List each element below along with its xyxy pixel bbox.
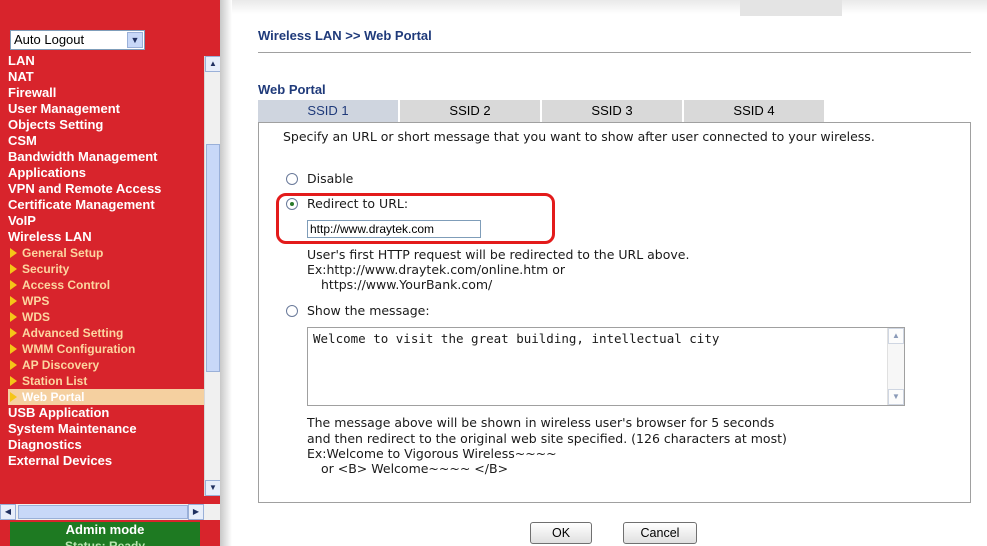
sidebar-subitem-station-list[interactable]: Station List	[8, 373, 204, 389]
sidebar-subitem-label: WDS	[22, 310, 50, 324]
web-portal-panel: Specify an URL or short message that you…	[258, 122, 971, 503]
arrow-right-icon	[10, 344, 17, 354]
scroll-down-icon[interactable]: ▼	[205, 480, 220, 496]
arrow-right-icon	[10, 392, 17, 402]
sidebar-item-wireless-lan[interactable]: Wireless LAN	[8, 229, 204, 245]
show-message-label: Show the message:	[307, 303, 430, 318]
status-text: Status: Ready	[64, 539, 146, 546]
sidebar-item-bandwidth-management[interactable]: Bandwidth Management	[8, 149, 204, 165]
scroll-up-icon[interactable]: ▲	[888, 328, 904, 344]
arrow-right-icon	[10, 248, 17, 258]
sidebar-item-diagnostics[interactable]: Diagnostics	[8, 437, 204, 453]
message-note-1: The message above will be shown in wirel…	[307, 415, 775, 430]
auto-logout-select[interactable]: Auto Logout ▼	[10, 30, 145, 50]
sidebar-vertical-scrollbar[interactable]: ▲ ▼	[204, 56, 220, 496]
ok-button[interactable]: OK	[530, 522, 592, 544]
sidebar-item-applications[interactable]: Applications	[8, 165, 204, 181]
sidebar-item-objects-setting[interactable]: Objects Setting	[8, 117, 204, 133]
admin-mode-panel: Admin mode Status: Ready	[10, 522, 200, 546]
chevron-down-icon[interactable]: ▼	[127, 32, 143, 48]
sidebar-menu: LAN NAT Firewall User Management Objects…	[8, 56, 204, 504]
sidebar-subitem-ap-discovery[interactable]: AP Discovery	[8, 357, 204, 373]
sidebar-subitem-label: Access Control	[22, 278, 111, 292]
scroll-left-icon[interactable]: ◀	[0, 504, 16, 520]
auto-logout-value: Auto Logout	[14, 32, 85, 47]
sidebar-subitem-wds[interactable]: WDS	[8, 309, 204, 325]
message-text: Welcome to visit the great building, int…	[313, 331, 720, 346]
sidebar-item-system-maintenance[interactable]: System Maintenance	[8, 421, 204, 437]
cancel-button[interactable]: Cancel	[623, 522, 697, 544]
scrollbar-thumb[interactable]	[18, 505, 188, 519]
sidebar-subitem-label: Station List	[22, 374, 88, 388]
arrow-right-icon	[10, 296, 17, 306]
divider	[258, 52, 971, 53]
sidebar-subitem-label: General Setup	[22, 246, 104, 260]
sidebar-subitem-label: Web Portal	[22, 390, 85, 404]
show-message-radio[interactable]	[286, 305, 298, 317]
sidebar-item-csm[interactable]: CSM	[8, 133, 204, 149]
message-note-4: or <B> Welcome~~~~ </B>	[321, 461, 509, 476]
admin-mode-label: Admin mode	[65, 522, 145, 537]
scrollbar-thumb[interactable]	[206, 144, 220, 372]
sidebar-subitem-label: Advanced Setting	[22, 326, 124, 340]
redirect-note-2: Ex:http://www.draytek.com/online.htm or	[307, 262, 566, 277]
scroll-down-icon[interactable]: ▼	[888, 389, 904, 405]
arrow-right-icon	[10, 376, 17, 386]
arrow-right-icon	[10, 360, 17, 370]
sidebar-subitem-advanced-setting[interactable]: Advanced Setting	[8, 325, 204, 341]
sidebar-item-nat[interactable]: NAT	[8, 69, 204, 85]
tab-ssid-3[interactable]: SSID 3	[542, 100, 682, 122]
sidebar-subitem-web-portal[interactable]: Web Portal	[8, 389, 204, 405]
sidebar-subitem-wmm-configuration[interactable]: WMM Configuration	[8, 341, 204, 357]
scroll-up-icon[interactable]: ▲	[205, 56, 220, 72]
sidebar-item-vpn-remote-access[interactable]: VPN and Remote Access	[8, 181, 204, 197]
arrow-right-icon	[10, 312, 17, 322]
message-note-2: and then redirect to the original web si…	[307, 431, 787, 446]
main-content: Wireless LAN >> Web Portal Web Portal SS…	[258, 0, 978, 546]
sidebar-subitem-general-setup[interactable]: General Setup	[8, 245, 204, 261]
sidebar-item-certificate-management[interactable]: Certificate Management	[8, 197, 204, 213]
section-title: Web Portal	[258, 82, 326, 97]
sidebar-subitem-label: WMM Configuration	[22, 342, 136, 356]
tab-ssid-4[interactable]: SSID 4	[684, 100, 824, 122]
disable-label: Disable	[307, 171, 354, 186]
highlight-frame	[276, 193, 555, 244]
tab-ssid-1[interactable]: SSID 1	[258, 100, 398, 122]
redirect-note-1: User's first HTTP request will be redire…	[307, 247, 690, 262]
sidebar: Auto Logout ▼ LAN NAT Firewall User Mana…	[0, 0, 220, 546]
scroll-right-icon[interactable]: ▶	[188, 504, 204, 520]
breadcrumb: Wireless LAN >> Web Portal	[258, 28, 432, 43]
tab-ssid-2[interactable]: SSID 2	[400, 100, 540, 122]
sidebar-subitem-label: Security	[22, 262, 70, 276]
arrow-right-icon	[10, 264, 17, 274]
sidebar-subitem-label: WPS	[22, 294, 50, 308]
message-note-3: Ex:Welcome to Vigorous Wireless~~~~	[307, 446, 557, 461]
arrow-right-icon	[10, 328, 17, 338]
sidebar-subitem-security[interactable]: Security	[8, 261, 204, 277]
arrow-right-icon	[10, 280, 17, 290]
sidebar-subitem-wps[interactable]: WPS	[8, 293, 204, 309]
sidebar-subitem-label: AP Discovery	[22, 358, 100, 372]
disable-radio[interactable]	[286, 173, 298, 185]
sidebar-item-lan[interactable]: LAN	[8, 56, 204, 69]
sidebar-horizontal-scrollbar[interactable]: ◀ ▶	[0, 504, 220, 520]
redirect-note-3: https://www.YourBank.com/	[321, 277, 493, 292]
message-scrollbar[interactable]: ▲ ▼	[887, 328, 904, 405]
description-text: Specify an URL or short message that you…	[283, 129, 875, 144]
sidebar-subitem-access-control[interactable]: Access Control	[8, 277, 204, 293]
sidebar-item-user-management[interactable]: User Management	[8, 101, 204, 117]
message-textarea[interactable]: Welcome to visit the great building, int…	[307, 327, 905, 406]
sidebar-item-external-devices[interactable]: External Devices	[8, 453, 204, 469]
sidebar-item-voip[interactable]: VoIP	[8, 213, 204, 229]
sidebar-item-firewall[interactable]: Firewall	[8, 85, 204, 101]
sidebar-item-usb-application[interactable]: USB Application	[8, 405, 204, 421]
sidebar-shadow	[220, 0, 232, 546]
